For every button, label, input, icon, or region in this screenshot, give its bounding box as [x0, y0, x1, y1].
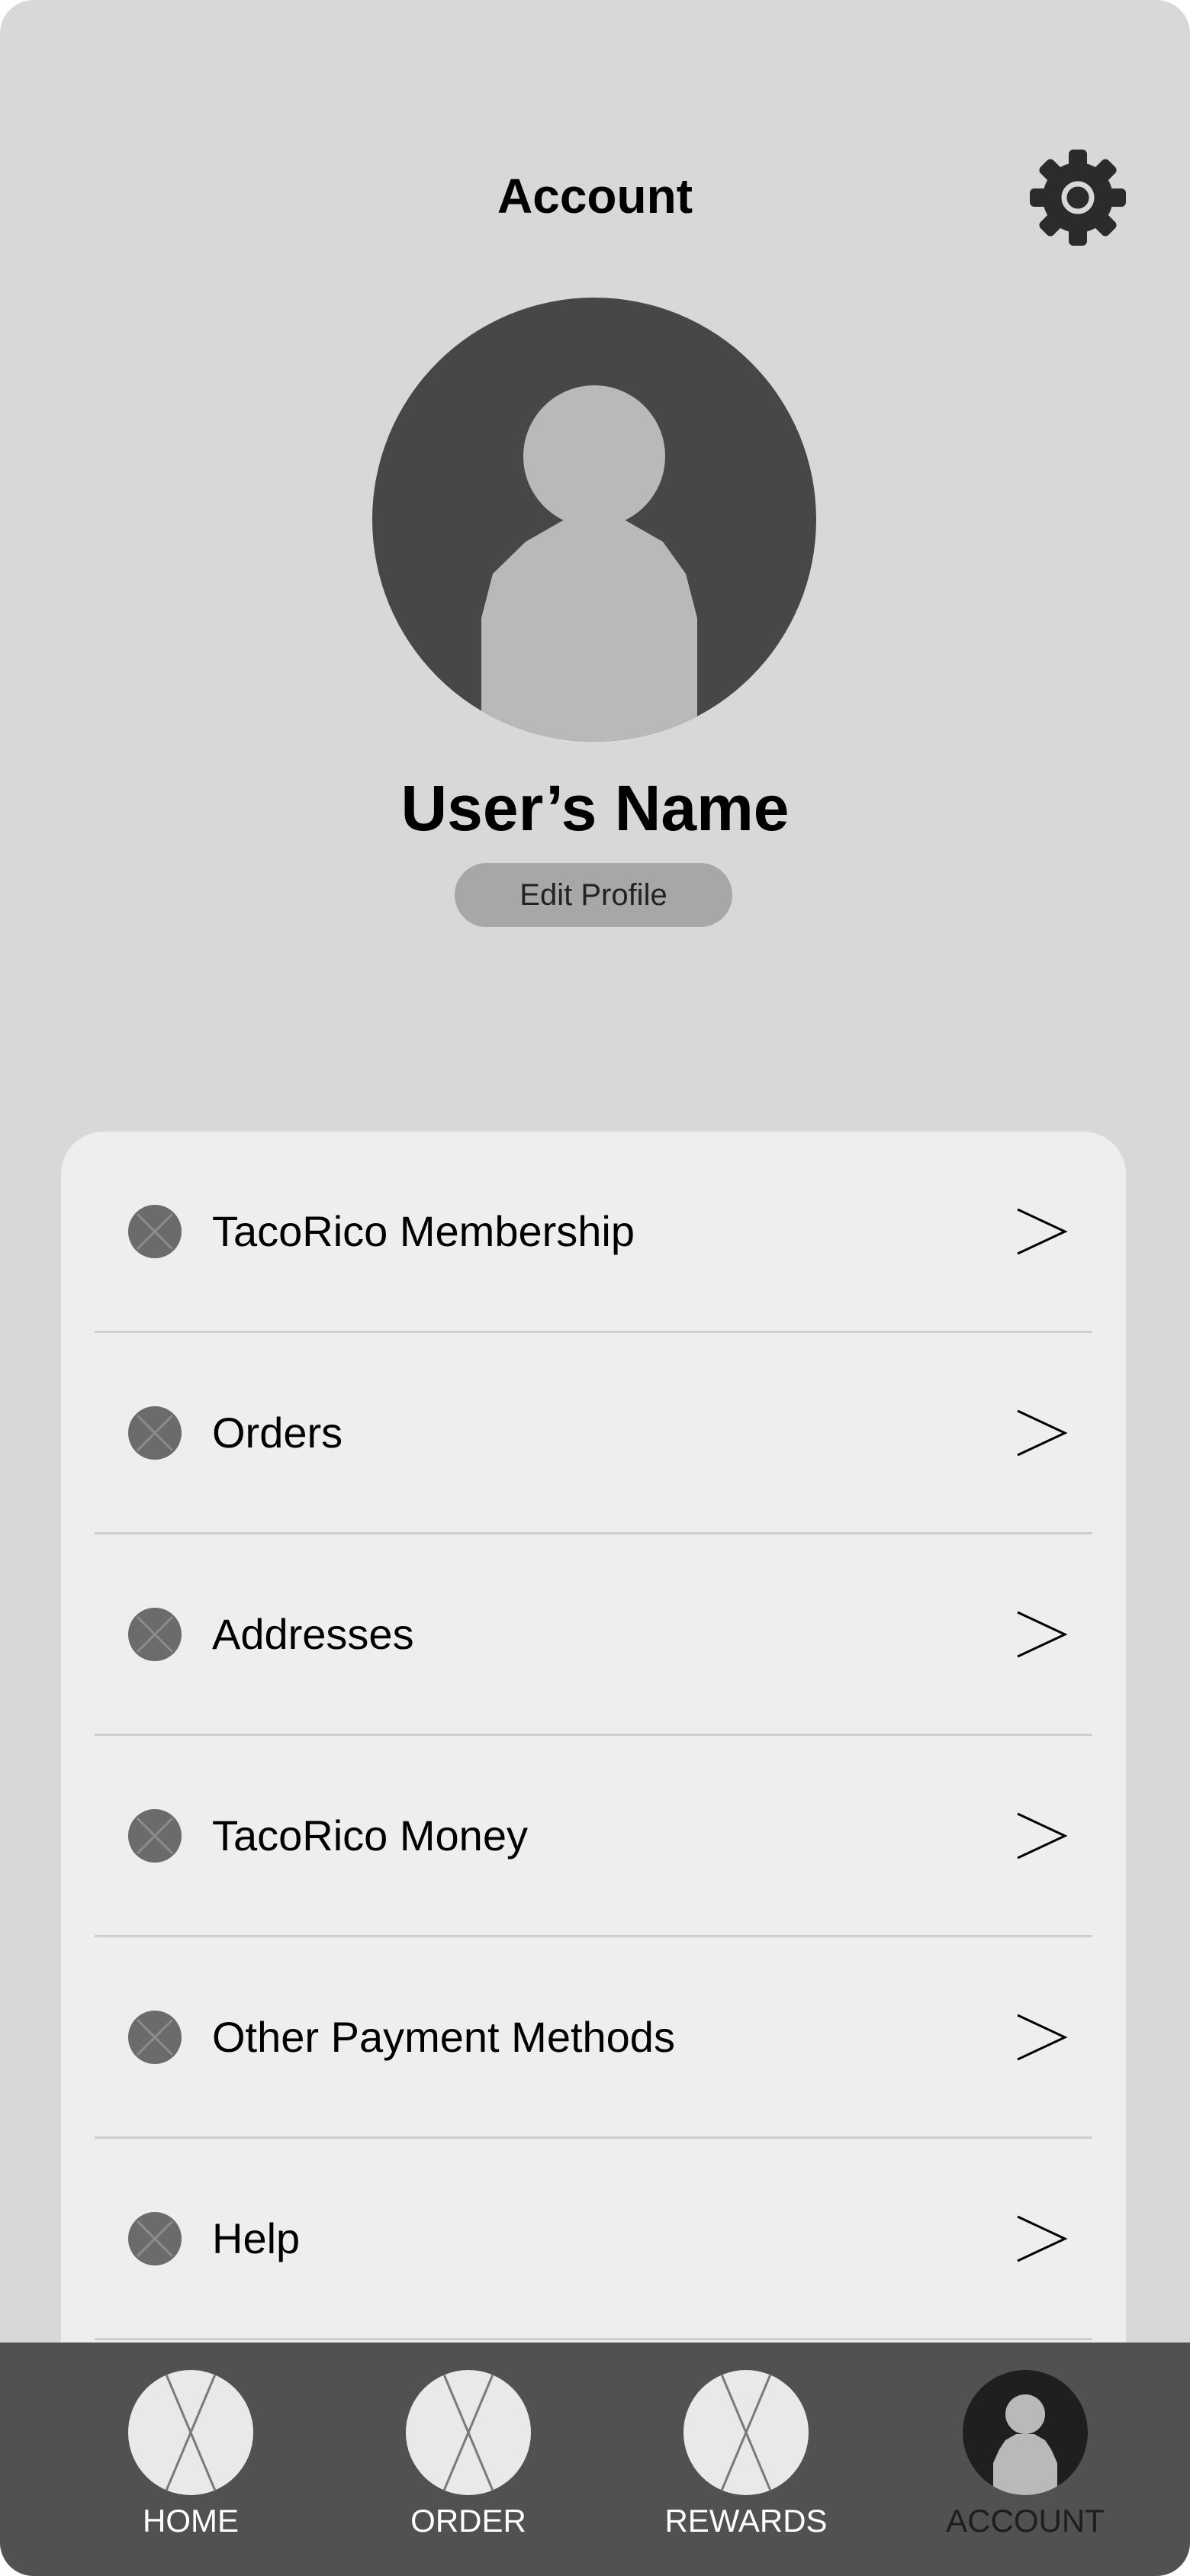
nav-label: REWARDS — [664, 2503, 828, 2539]
chevron-right-icon — [1017, 1812, 1068, 1860]
chevron-right-icon — [1017, 2014, 1068, 2061]
chevron-right-icon — [1017, 2215, 1068, 2262]
chevron-right-icon — [1017, 1409, 1068, 1457]
placeholder-image-icon — [683, 2370, 809, 2495]
menu-item-money[interactable]: TacoRico Money — [95, 1736, 1092, 1937]
menu-item-label: Other Payment Methods — [212, 2013, 675, 2061]
edit-profile-button[interactable]: Edit Profile — [455, 863, 732, 927]
chevron-right-icon — [1017, 1208, 1068, 1255]
menu-item-membership[interactable]: TacoRico Membership — [95, 1132, 1092, 1333]
placeholder-x-icon — [128, 2212, 182, 2265]
gear-icon[interactable] — [1028, 148, 1127, 247]
user-avatar-icon — [372, 298, 816, 742]
user-name: User’s Name — [400, 772, 790, 844]
menu-item-payment-methods[interactable]: Other Payment Methods — [95, 1937, 1092, 2139]
nav-home[interactable]: HOME — [76, 2370, 305, 2553]
menu-item-label: Addresses — [212, 1610, 414, 1658]
menu-item-label: TacoRico Money — [212, 1811, 528, 1860]
menu-item-label: TacoRico Membership — [212, 1207, 635, 1255]
placeholder-x-icon — [128, 1809, 182, 1863]
placeholder-x-icon — [128, 1406, 182, 1460]
menu-item-addresses[interactable]: Addresses — [95, 1534, 1092, 1736]
divider — [95, 2338, 1092, 2340]
placeholder-x-icon — [128, 1608, 182, 1661]
nav-label: ORDER — [410, 2503, 526, 2539]
menu-item-label: Help — [212, 2214, 301, 2262]
placeholder-x-icon — [128, 1205, 182, 1258]
bottom-nav: HOME ORDER REWARDS ACCOUNT — [0, 2343, 1190, 2576]
placeholder-image-icon — [128, 2370, 253, 2495]
user-icon — [963, 2370, 1088, 2495]
menu-item-label: Orders — [212, 1409, 343, 1457]
placeholder-image-icon — [406, 2370, 531, 2495]
account-screen: Account User’s Name Edit Profile TacoRic… — [0, 0, 1190, 2576]
page-title: Account — [497, 169, 693, 224]
menu-item-orders[interactable]: Orders — [95, 1333, 1092, 1534]
nav-label: ACCOUNT — [946, 2503, 1105, 2539]
account-menu: TacoRico Membership Orders Addresses Tac… — [61, 1132, 1126, 2429]
nav-label: HOME — [143, 2503, 239, 2539]
nav-rewards[interactable]: REWARDS — [632, 2370, 860, 2553]
nav-account[interactable]: ACCOUNT — [911, 2370, 1140, 2553]
menu-item-help[interactable]: Help — [95, 2139, 1092, 2340]
nav-order[interactable]: ORDER — [354, 2370, 583, 2553]
chevron-right-icon — [1017, 1611, 1068, 1658]
placeholder-x-icon — [128, 2011, 182, 2064]
